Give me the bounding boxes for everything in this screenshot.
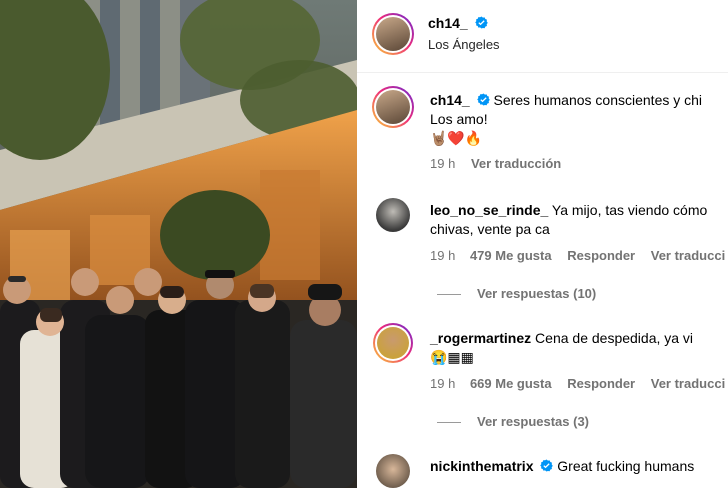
- author-username[interactable]: ch14_: [428, 15, 468, 31]
- commenter-avatar[interactable]: [376, 454, 410, 488]
- comment-text: Great fucking humans: [557, 458, 695, 474]
- author-avatar[interactable]: [372, 13, 414, 55]
- comment-text-line-2: 😭▦▦: [430, 349, 474, 365]
- caption-username[interactable]: ch14_: [430, 92, 470, 108]
- caption-text: Seres humanos conscientes y chi: [493, 92, 703, 108]
- caption: ch14_ Seres humanos conscientes y chi: [430, 91, 702, 110]
- comment: leo_no_se_rinde_ Ya mijo, tas viendo cóm…: [430, 201, 707, 220]
- comment-meta: 19 h 479 Me gusta Responder Ver traducci: [430, 248, 725, 263]
- comment-time[interactable]: 19 h: [430, 248, 455, 263]
- commenter-avatar[interactable]: [373, 323, 413, 363]
- replies-divider: [437, 294, 461, 296]
- comment-text-line-2: chivas, vente pa ca: [430, 221, 550, 237]
- reply-button[interactable]: Responder: [567, 248, 635, 263]
- caption-time[interactable]: 19 h: [430, 156, 455, 171]
- replies-divider: [437, 422, 461, 424]
- comment-text: Ya mijo, tas viendo cómo: [551, 202, 708, 218]
- comment-time[interactable]: 19 h: [430, 376, 455, 391]
- reply-button[interactable]: Responder: [567, 376, 635, 391]
- verified-badge-icon: [475, 16, 488, 29]
- comment-likes[interactable]: 479 Me gusta: [470, 248, 552, 263]
- verified-badge-icon: [476, 93, 490, 106]
- view-replies-button[interactable]: Ver respuestas (10): [437, 286, 596, 301]
- verified-badge-icon: [540, 459, 554, 472]
- comment: nickinthematrix Great fucking humans: [430, 457, 694, 476]
- caption-emojis: 🤘🏽❤️🔥: [430, 130, 483, 146]
- see-translation-link[interactable]: Ver traducci: [651, 248, 725, 263]
- post-photo[interactable]: [0, 0, 357, 488]
- commenter-avatar[interactable]: [376, 198, 410, 232]
- view-replies-button[interactable]: Ver respuestas (3): [437, 414, 589, 429]
- view-replies-label: Ver respuestas (3): [477, 414, 590, 429]
- comment-likes[interactable]: 669 Me gusta: [470, 376, 552, 391]
- caption-author-avatar[interactable]: [372, 86, 414, 128]
- comment-meta: 19 h 669 Me gusta Responder Ver traducci: [430, 376, 725, 391]
- caption-meta: 19 h Ver traducción: [430, 156, 561, 171]
- comment-username[interactable]: _rogermartinez: [430, 330, 531, 346]
- caption-line-2: Los amo!: [430, 111, 488, 127]
- comments-panel: ch14_ Los Ángeles ch14_ Seres humanos co…: [357, 0, 728, 488]
- post-location[interactable]: Los Ángeles: [428, 37, 500, 52]
- view-replies-label: Ver respuestas (10): [477, 286, 597, 301]
- comment-text: Cena de despedida, ya vi: [535, 330, 694, 346]
- comment-username[interactable]: nickinthematrix: [430, 458, 533, 474]
- comment-username[interactable]: leo_no_se_rinde_: [430, 202, 548, 218]
- see-translation-link[interactable]: Ver traducci: [651, 376, 725, 391]
- post-header: ch14_ Los Ángeles: [357, 0, 728, 73]
- comment: _rogermartinez Cena de despedida, ya vi: [430, 329, 693, 348]
- see-translation-link[interactable]: Ver traducción: [471, 156, 561, 171]
